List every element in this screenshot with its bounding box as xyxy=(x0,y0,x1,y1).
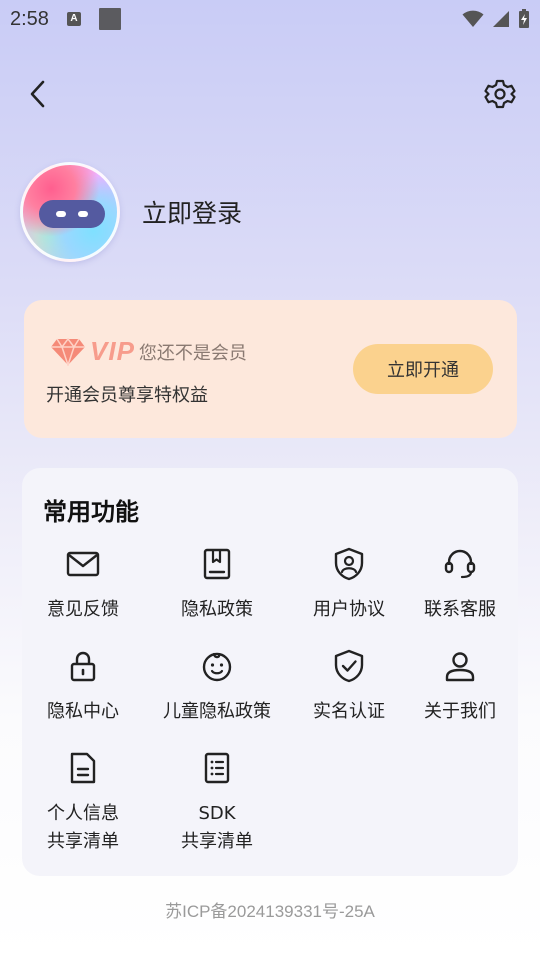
person-icon xyxy=(442,648,478,684)
sdk-sharing-label: SDK 共享清单 xyxy=(181,803,253,852)
about-us-item[interactable]: 关于我们 xyxy=(408,648,512,726)
vip-logo: VIP xyxy=(90,336,135,366)
customer-service-item[interactable]: 联系客服 xyxy=(408,546,512,624)
vip-subtitle: 开通会员尊享特权益 xyxy=(46,385,208,406)
user-agreement-label: 用户协议 xyxy=(313,599,385,620)
personal-info-sharing-item[interactable]: 个人信息 共享清单 xyxy=(22,750,144,856)
customer-service-label: 联系客服 xyxy=(424,599,496,620)
vip-status-text: 您还不是会员 xyxy=(138,342,247,364)
real-name-auth-item[interactable]: 实名认证 xyxy=(290,648,408,726)
common-functions-card: 常用功能 意见反馈 隐私政策 用户协议 联系客服 隐私中心 儿童隐私政策 实名认… xyxy=(22,468,518,876)
child-privacy-policy-item[interactable]: 儿童隐私政策 xyxy=(144,648,290,726)
privacy-center-label: 隐私中心 xyxy=(47,701,119,722)
open-vip-button[interactable]: 立即开通 xyxy=(353,344,493,394)
lock-icon xyxy=(65,648,101,684)
child-privacy-policy-label: 儿童隐私政策 xyxy=(163,701,271,722)
about-us-label: 关于我们 xyxy=(424,701,496,722)
privacy-policy-item[interactable]: 隐私政策 xyxy=(144,546,290,624)
chevron-left-icon xyxy=(30,80,45,108)
status-bar: 2:58 A xyxy=(0,0,540,38)
gear-icon xyxy=(484,79,516,109)
privacy-center-item[interactable]: 隐私中心 xyxy=(22,648,144,726)
shield-check-icon xyxy=(331,648,367,684)
baby-face-icon xyxy=(199,648,235,684)
back-button[interactable] xyxy=(18,76,58,112)
top-nav xyxy=(0,70,540,118)
avatar-face-icon xyxy=(39,200,105,228)
vip-header: VIP 您还不是会员 xyxy=(50,336,247,367)
wifi-icon xyxy=(462,10,484,27)
book-icon xyxy=(199,546,235,582)
signal-icon xyxy=(493,11,509,27)
personal-info-sharing-label: 个人信息 共享清单 xyxy=(47,803,119,852)
vip-card: VIP 您还不是会员 开通会员尊享特权益 立即开通 xyxy=(24,300,517,438)
real-name-auth-label: 实名认证 xyxy=(313,701,385,722)
login-link[interactable]: 立即登录 xyxy=(142,194,242,230)
shield-user-icon xyxy=(331,546,367,582)
list-icon xyxy=(199,750,235,786)
notification-square-icon xyxy=(98,8,121,30)
document-icon xyxy=(65,750,101,786)
notification-a-icon: A xyxy=(66,12,81,26)
profile-section: 立即登录 xyxy=(20,162,242,262)
diamond-icon xyxy=(51,337,85,366)
headset-icon xyxy=(442,546,478,582)
mail-icon xyxy=(65,546,101,582)
settings-button[interactable] xyxy=(480,74,520,114)
sdk-sharing-item[interactable]: SDK 共享清单 xyxy=(144,750,290,856)
icp-record: 苏ICP备2024139331号-25A xyxy=(165,902,375,921)
status-time: 2:58 xyxy=(10,7,49,30)
user-agreement-item[interactable]: 用户协议 xyxy=(290,546,408,624)
avatar[interactable] xyxy=(20,162,120,262)
common-functions-title: 常用功能 xyxy=(43,498,139,526)
battery-icon xyxy=(519,9,529,28)
privacy-policy-label: 隐私政策 xyxy=(181,599,253,620)
feedback-label: 意见反馈 xyxy=(47,599,119,620)
feedback-item[interactable]: 意见反馈 xyxy=(22,546,144,624)
